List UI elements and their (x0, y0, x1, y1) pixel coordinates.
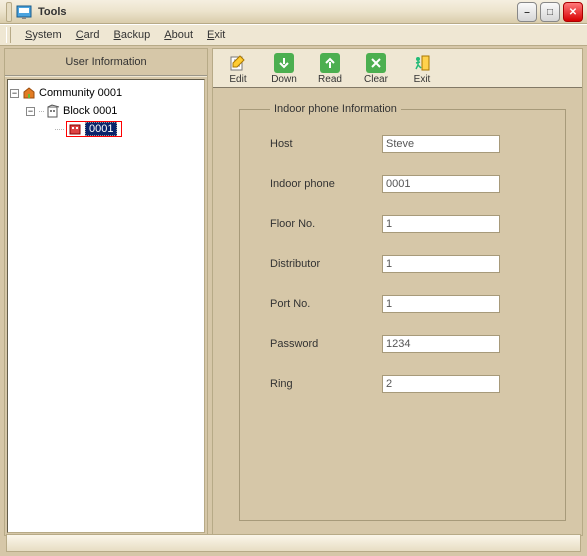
toolbar-read[interactable]: Read (313, 53, 347, 85)
input-host[interactable] (382, 135, 500, 153)
expander-minus-icon[interactable]: − (10, 89, 19, 98)
app-icon (16, 4, 32, 20)
input-floor[interactable] (382, 215, 500, 233)
indoor-phone-fieldset: Indoor phone Information Host Indoor pho… (239, 103, 566, 521)
block-icon (46, 104, 60, 118)
menu-backup[interactable]: Backup (108, 27, 157, 43)
toolbar-edit-label: Edit (229, 74, 246, 85)
toolbar-exit-label: Exit (414, 74, 431, 85)
toolbar: Edit Down Read Clear Exit (213, 49, 582, 89)
toolbar-clear-label: Clear (364, 74, 388, 85)
tree-label-unit: 0001 (85, 122, 117, 136)
right-panel: Edit Down Read Clear Exit Indoor phone I… (212, 48, 583, 536)
tree-connector: ····· (54, 124, 64, 134)
input-ring[interactable] (382, 375, 500, 393)
maximize-button[interactable]: □ (540, 2, 560, 22)
left-panel-header: User Information (5, 49, 207, 77)
tree-label-community: Community 0001 (39, 87, 122, 99)
row-ring: Ring (270, 375, 545, 393)
label-ring: Ring (270, 378, 382, 390)
tree-view[interactable]: − Community 0001 − ··· Block 0001 ····· (7, 79, 205, 533)
label-port: Port No. (270, 298, 382, 310)
tree-connector: ··· (38, 106, 44, 116)
input-port[interactable] (382, 295, 500, 313)
label-distributor: Distributor (270, 258, 382, 270)
row-indoor: Indoor phone (270, 175, 545, 193)
toolbar-down[interactable]: Down (267, 53, 301, 85)
expander-minus-icon[interactable]: − (26, 107, 35, 116)
label-indoor: Indoor phone (270, 178, 382, 190)
fieldset-legend: Indoor phone Information (270, 103, 401, 115)
titlebar-grip (6, 2, 12, 22)
toolbar-read-label: Read (318, 74, 342, 85)
menubar-grip (6, 27, 11, 43)
menu-bar: System Card Backup About Exit (0, 24, 587, 46)
community-icon (22, 86, 36, 100)
tree-label-block: Block 0001 (63, 105, 117, 117)
input-distributor[interactable] (382, 255, 500, 273)
tree-node-block[interactable]: − ··· Block 0001 (10, 102, 202, 120)
down-icon (274, 53, 294, 73)
menu-system[interactable]: System (19, 27, 68, 43)
toolbar-edit[interactable]: Edit (221, 53, 255, 85)
form-panel: Indoor phone Information Host Indoor pho… (213, 89, 582, 535)
input-indoor[interactable] (382, 175, 500, 193)
row-host: Host (270, 135, 545, 153)
window-title: Tools (38, 6, 67, 18)
tree-node-unit[interactable]: ····· 0001 (10, 120, 202, 138)
toolbar-exit[interactable]: Exit (405, 53, 439, 85)
title-bar: Tools – □ ✕ (0, 0, 587, 24)
clear-icon (366, 53, 386, 73)
row-port: Port No. (270, 295, 545, 313)
content-area: User Information − Community 0001 − ··· … (0, 46, 587, 538)
label-password: Password (270, 338, 382, 350)
toolbar-clear[interactable]: Clear (359, 53, 393, 85)
menu-exit[interactable]: Exit (201, 27, 231, 43)
row-password: Password (270, 335, 545, 353)
unit-icon (68, 122, 82, 136)
minimize-button[interactable]: – (517, 2, 537, 22)
edit-icon (228, 53, 248, 73)
row-distributor: Distributor (270, 255, 545, 273)
close-button[interactable]: ✕ (563, 2, 583, 22)
input-password[interactable] (382, 335, 500, 353)
menu-card[interactable]: Card (70, 27, 106, 43)
read-icon (320, 53, 340, 73)
exit-icon (412, 53, 432, 73)
label-host: Host (270, 138, 382, 150)
row-floor: Floor No. (270, 215, 545, 233)
tree-selected-wrap: 0001 (66, 121, 122, 137)
menu-about[interactable]: About (158, 27, 199, 43)
label-floor: Floor No. (270, 218, 382, 230)
toolbar-down-label: Down (271, 74, 297, 85)
status-bar (6, 534, 581, 552)
left-panel: User Information − Community 0001 − ··· … (4, 48, 208, 536)
tree-node-community[interactable]: − Community 0001 (10, 84, 202, 102)
